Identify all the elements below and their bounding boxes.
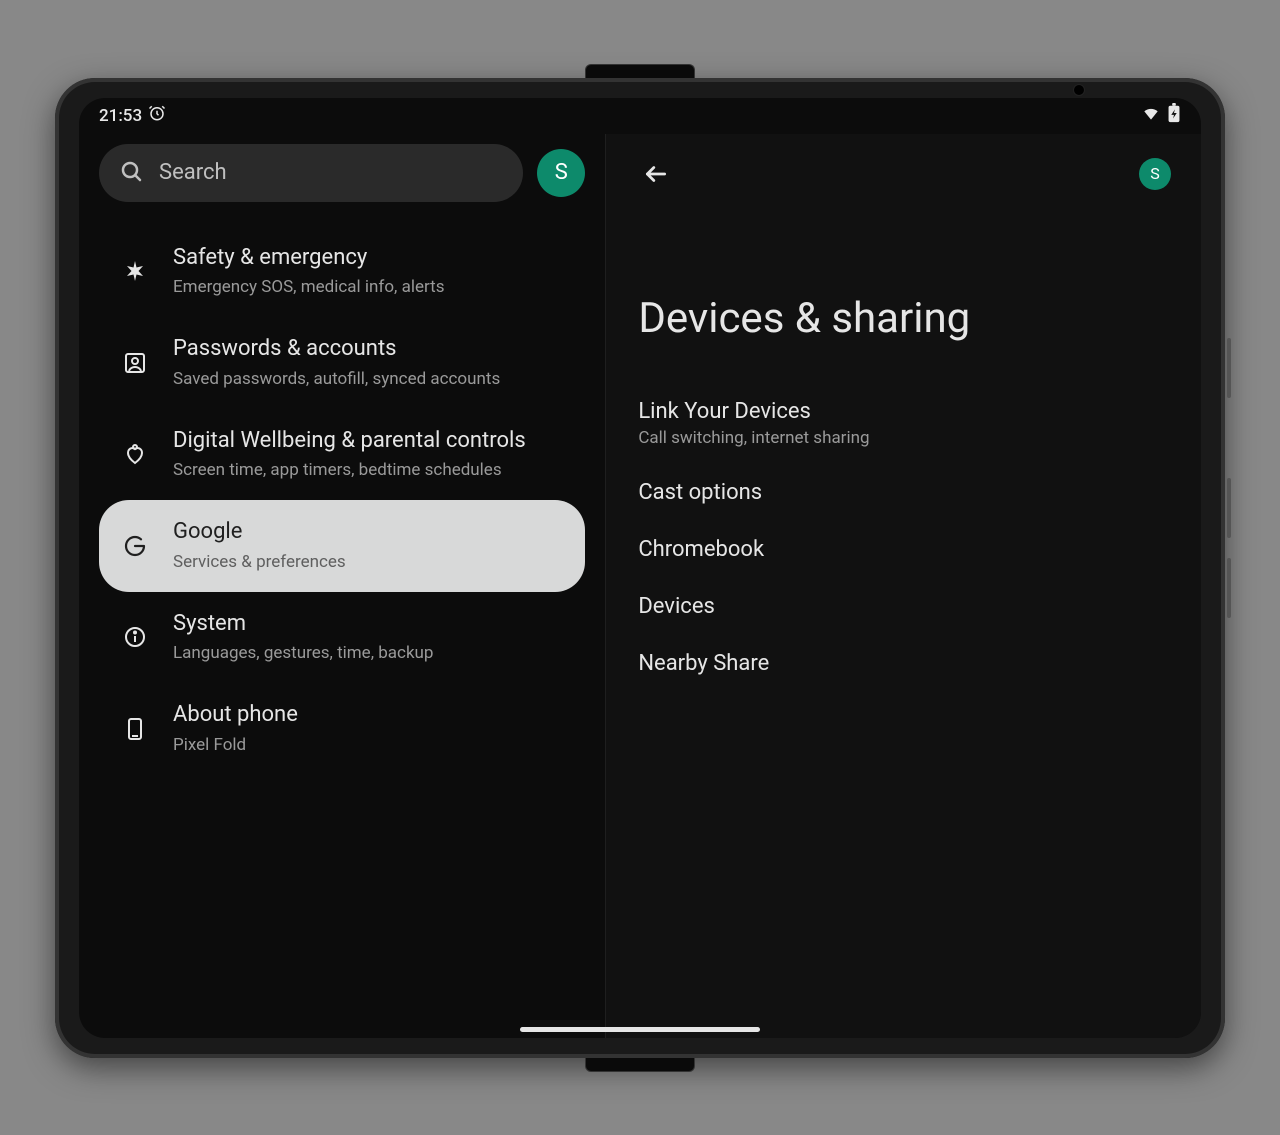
- settings-item-text: About phone Pixel Fold: [173, 701, 563, 757]
- settings-item-title: Google: [173, 518, 563, 547]
- battery-icon: [1167, 103, 1181, 128]
- back-button[interactable]: [636, 154, 676, 194]
- hinge-bottom: [585, 1058, 695, 1072]
- hinge-top: [585, 64, 695, 78]
- avatar-initial: S: [1150, 164, 1160, 183]
- detail-item-title: Chromebook: [638, 537, 1169, 562]
- avatar[interactable]: S: [537, 149, 585, 197]
- search-icon: [119, 159, 143, 187]
- info-icon: [121, 625, 149, 649]
- settings-item-text: Safety & emergency Emergency SOS, medical…: [173, 244, 563, 300]
- wifi-icon: [1141, 103, 1161, 128]
- settings-item-title: System: [173, 610, 563, 639]
- settings-item-digital-wellbeing-parental-controls[interactable]: Digital Wellbeing & parental controls Scr…: [99, 409, 585, 501]
- detail-item-cast-options[interactable]: Cast options: [636, 464, 1171, 521]
- search-placeholder: Search: [159, 160, 227, 185]
- side-button-3: [1227, 558, 1231, 618]
- pane-right: S Devices & sharing Link Your Devices Cal…: [606, 134, 1201, 1038]
- avatar-initial: S: [555, 160, 568, 185]
- detail-item-devices[interactable]: Devices: [636, 578, 1171, 635]
- settings-item-title: About phone: [173, 701, 563, 730]
- asterisk-icon: [121, 259, 149, 283]
- settings-item-subtitle: Pixel Fold: [173, 734, 563, 757]
- settings-item-about-phone[interactable]: About phone Pixel Fold: [99, 683, 585, 775]
- detail-item-nearby-share[interactable]: Nearby Share: [636, 635, 1171, 692]
- settings-item-title: Passwords & accounts: [173, 335, 563, 364]
- side-button-2: [1227, 478, 1231, 538]
- detail-item-chromebook[interactable]: Chromebook: [636, 521, 1171, 578]
- dual-pane: Search S Safety & emergency Emergency SOS…: [79, 134, 1201, 1038]
- right-bar: S: [636, 144, 1171, 204]
- detail-title: Devices & sharing: [638, 294, 1171, 343]
- settings-item-title: Digital Wellbeing & parental controls: [173, 427, 563, 456]
- settings-item-subtitle: Languages, gestures, time, backup: [173, 642, 563, 665]
- settings-item-safety-emergency[interactable]: Safety & emergency Emergency SOS, medical…: [99, 226, 585, 318]
- settings-item-text: Passwords & accounts Saved passwords, aut…: [173, 335, 563, 391]
- settings-item-title: Safety & emergency: [173, 244, 563, 273]
- detail-item-title: Cast options: [638, 480, 1169, 505]
- detail-item-title: Nearby Share: [638, 651, 1169, 676]
- detail-item-title: Link Your Devices: [638, 399, 1169, 424]
- settings-item-subtitle: Emergency SOS, medical info, alerts: [173, 276, 563, 299]
- device-frame: 21:53: [55, 78, 1225, 1058]
- phone-outline-icon: [121, 717, 149, 741]
- settings-item-subtitle: Saved passwords, autofill, synced accoun…: [173, 368, 563, 391]
- settings-item-subtitle: Screen time, app timers, bedtime schedul…: [173, 459, 563, 482]
- status-right: [1141, 103, 1181, 128]
- settings-list[interactable]: Safety & emergency Emergency SOS, medical…: [99, 226, 585, 1038]
- screen: 21:53: [79, 98, 1201, 1038]
- settings-item-text: System Languages, gestures, time, backup: [173, 610, 563, 666]
- detail-item-title: Devices: [638, 594, 1169, 619]
- status-left: 21:53: [99, 104, 166, 127]
- settings-item-subtitle: Services & preferences: [173, 551, 563, 574]
- google-icon: [121, 534, 149, 558]
- side-button-1: [1227, 338, 1231, 398]
- search-input[interactable]: Search: [99, 144, 523, 202]
- account-box-icon: [121, 351, 149, 375]
- settings-item-passwords-accounts[interactable]: Passwords & accounts Saved passwords, aut…: [99, 317, 585, 409]
- settings-item-google[interactable]: Google Services & preferences: [99, 500, 585, 592]
- navigation-pill[interactable]: [520, 1027, 760, 1032]
- detail-item-subtitle: Call switching, internet sharing: [638, 428, 1169, 448]
- wellbeing-icon: [121, 442, 149, 466]
- avatar-small[interactable]: S: [1139, 158, 1171, 190]
- alarm-icon: [148, 104, 166, 127]
- front-camera: [1073, 84, 1085, 96]
- search-row: Search S: [99, 144, 585, 202]
- detail-item-link-your-devices[interactable]: Link Your Devices Call switching, interne…: [636, 383, 1171, 464]
- status-bar: 21:53: [79, 98, 1201, 134]
- detail-list: Link Your Devices Call switching, interne…: [636, 383, 1171, 692]
- settings-item-system[interactable]: System Languages, gestures, time, backup: [99, 592, 585, 684]
- settings-item-text: Digital Wellbeing & parental controls Scr…: [173, 427, 563, 483]
- pane-left: Search S Safety & emergency Emergency SOS…: [79, 134, 606, 1038]
- settings-item-text: Google Services & preferences: [173, 518, 563, 574]
- status-time: 21:53: [99, 106, 142, 126]
